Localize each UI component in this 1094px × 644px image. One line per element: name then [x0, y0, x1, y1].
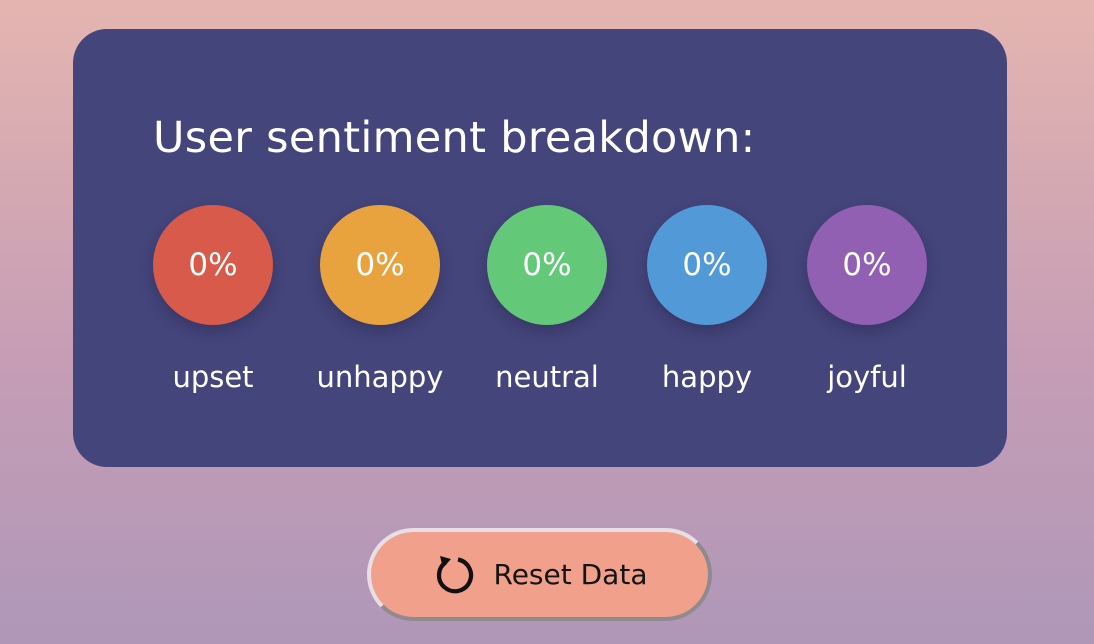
reset-data-label: Reset Data	[493, 558, 648, 591]
sentiment-label-joyful: joyful	[827, 360, 907, 394]
sentiment-circle-happy[interactable]: 0%	[647, 205, 767, 325]
sentiment-circle-unhappy[interactable]: 0%	[320, 205, 440, 325]
reset-data-button[interactable]: Reset Data	[367, 528, 712, 621]
sentiment-label-happy: happy	[661, 360, 753, 394]
sentiment-happy: 0% happy	[627, 205, 787, 395]
sentiment-label-neutral: neutral	[495, 360, 599, 394]
sentiment-upset: 0% upset	[133, 205, 293, 395]
sentiment-joyful: 0% joyful	[787, 205, 947, 395]
sentiment-label-upset: upset	[172, 360, 254, 394]
sentiment-circle-joyful[interactable]: 0%	[807, 205, 927, 325]
sentiment-label-unhappy: unhappy	[316, 360, 444, 394]
card-title: User sentiment breakdown:	[153, 113, 756, 163]
sentiment-card: User sentiment breakdown: 0% upset 0% un…	[73, 29, 1007, 467]
sentiment-circle-upset[interactable]: 0%	[153, 205, 273, 325]
refresh-icon	[432, 553, 476, 597]
sentiment-unhappy: 0% unhappy	[300, 205, 460, 395]
sentiment-circle-neutral[interactable]: 0%	[487, 205, 607, 325]
sentiment-neutral: 0% neutral	[467, 205, 627, 395]
